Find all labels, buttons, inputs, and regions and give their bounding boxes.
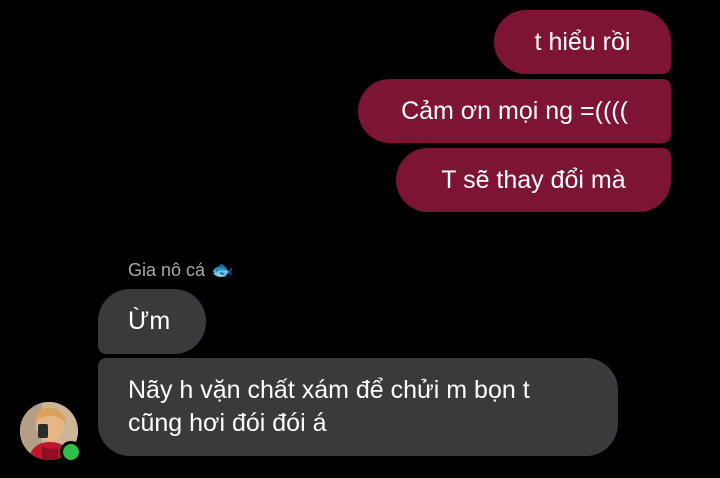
sender-name-label: Gia nô cá xyxy=(128,260,206,280)
outgoing-message[interactable]: t hiểu rồi xyxy=(494,10,671,74)
outgoing-message[interactable]: T sẽ thay đổi mà xyxy=(396,148,671,212)
message-text-line: cũng hơi đói đói á xyxy=(128,409,327,437)
outgoing-message[interactable]: Cảm ơn mọi ng =(((( xyxy=(358,79,671,143)
message-text-line: Nãy h vặn chất xám để chửi m bọn t xyxy=(128,376,530,404)
sender-name: Gia nô cá 🐟 xyxy=(128,258,233,282)
message-text: Ừm xyxy=(128,307,171,335)
message-text: t hiểu rồi xyxy=(534,28,631,56)
incoming-message[interactable]: Ừm xyxy=(98,289,206,354)
incoming-message[interactable]: Nãy h vặn chất xám để chửi m bọn t cũng … xyxy=(98,358,618,456)
fish-emoji-icon: 🐟 xyxy=(211,260,234,280)
online-status-dot xyxy=(60,441,82,463)
message-text: T sẽ thay đổi mà xyxy=(441,166,626,194)
message-text: Cảm ơn mọi ng =(((( xyxy=(401,97,628,125)
